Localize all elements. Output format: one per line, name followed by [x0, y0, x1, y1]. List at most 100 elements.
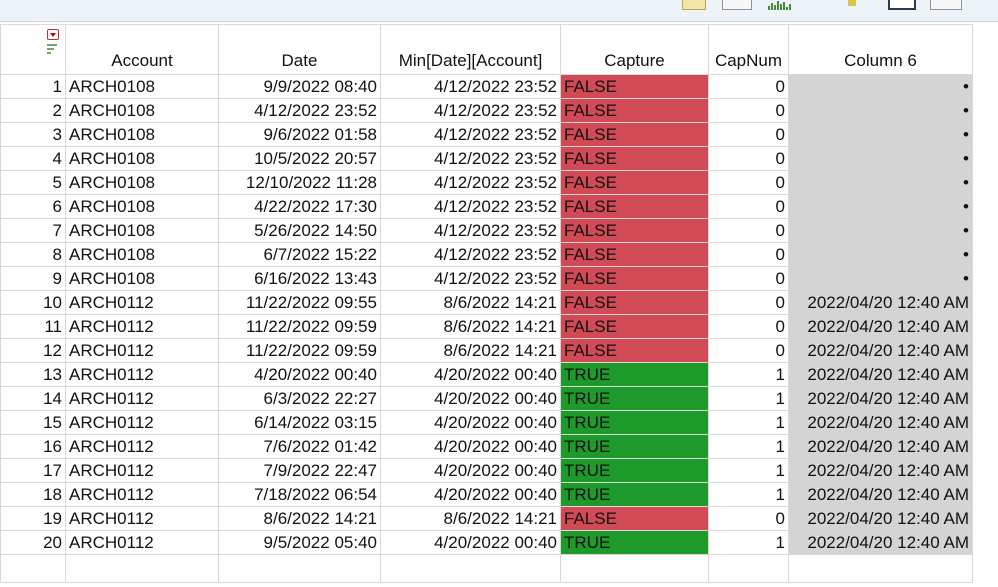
min-date-cell[interactable]: 8/6/2022 14:21	[380, 314, 561, 339]
column-header-capnum[interactable]: CapNum	[708, 24, 789, 75]
capnum-cell[interactable]: 0	[708, 506, 789, 531]
column-header-min-date[interactable]: Min[Date][Account]	[380, 24, 561, 75]
row-number[interactable]: 6	[0, 194, 66, 219]
capture-cell[interactable]: FALSE	[560, 98, 709, 123]
row-number[interactable]: 9	[0, 266, 66, 291]
date-cell[interactable]: 6/7/2022 15:22	[218, 242, 381, 267]
row-number[interactable]: 16	[0, 434, 66, 459]
row-number[interactable]: 12	[0, 338, 66, 363]
row-number[interactable]: 2	[0, 98, 66, 123]
capture-cell[interactable]: FALSE	[560, 338, 709, 363]
row-number[interactable]: 1	[0, 74, 66, 99]
account-cell[interactable]: ARCH0112	[65, 386, 219, 411]
capnum-cell[interactable]: 0	[708, 194, 789, 219]
min-date-cell[interactable]: 8/6/2022 14:21	[380, 506, 561, 531]
min-date-cell[interactable]: 4/12/2022 23:52	[380, 242, 561, 267]
toolbar-edit-icon[interactable]	[930, 0, 962, 10]
min-date-cell[interactable]: 8/6/2022 14:21	[380, 290, 561, 315]
min-date-cell[interactable]: 4/20/2022 00:40	[380, 434, 561, 459]
capnum-cell[interactable]: 1	[708, 482, 789, 507]
min-date-cell[interactable]: 8/6/2022 14:21	[380, 338, 561, 363]
capture-cell[interactable]: FALSE	[560, 266, 709, 291]
column-6-cell[interactable]: •	[788, 170, 973, 195]
min-date-cell[interactable]: 4/20/2022 00:40	[380, 530, 561, 555]
capture-cell[interactable]: TRUE	[560, 434, 709, 459]
account-cell[interactable]: ARCH0108	[65, 98, 219, 123]
column-header-capture[interactable]: Capture	[560, 24, 709, 75]
capture-cell[interactable]: TRUE	[560, 362, 709, 387]
capture-cell[interactable]: TRUE	[560, 530, 709, 555]
capnum-cell[interactable]: 1	[708, 458, 789, 483]
min-date-cell[interactable]: 4/20/2022 00:40	[380, 482, 561, 507]
min-date-cell[interactable]: 4/12/2022 23:52	[380, 74, 561, 99]
min-date-cell[interactable]: 4/12/2022 23:52	[380, 170, 561, 195]
capture-cell[interactable]: FALSE	[560, 218, 709, 243]
row-number[interactable]: 13	[0, 362, 66, 387]
account-cell[interactable]: ARCH0112	[65, 362, 219, 387]
row-number[interactable]: 3	[0, 122, 66, 147]
column-6-cell[interactable]: 2022/04/20 12:40 AM	[788, 386, 973, 411]
table-row[interactable]: 13 ARCH0112 4/20/2022 00:40 4/20/2022 00:40…	[0, 362, 973, 387]
sort-lines-icon[interactable]	[47, 44, 57, 54]
table-row[interactable]: 18 ARCH0112 7/18/2022 06:54 4/20/2022 00:40…	[0, 482, 973, 507]
capture-cell[interactable]: FALSE	[560, 146, 709, 171]
date-cell[interactable]: 9/5/2022 05:40	[218, 530, 381, 555]
date-cell[interactable]: 6/16/2022 13:43	[218, 266, 381, 291]
date-cell[interactable]: 10/5/2022 20:57	[218, 146, 381, 171]
row-number[interactable]: 14	[0, 386, 66, 411]
capnum-cell[interactable]: 0	[708, 74, 789, 99]
account-cell[interactable]: ARCH0108	[65, 122, 219, 147]
table-row[interactable]: 17 ARCH0112 7/9/2022 22:47 4/20/2022 00:40 T…	[0, 458, 973, 483]
capnum-cell[interactable]: 0	[708, 242, 789, 267]
min-date-cell[interactable]: 4/12/2022 23:52	[380, 266, 561, 291]
capture-cell[interactable]: FALSE	[560, 170, 709, 195]
date-cell[interactable]: 4/22/2022 17:30	[218, 194, 381, 219]
capnum-cell[interactable]: 1	[708, 530, 789, 555]
capture-cell[interactable]: FALSE	[560, 290, 709, 315]
column-6-cell[interactable]: 2022/04/20 12:40 AM	[788, 290, 973, 315]
column-6-cell[interactable]: 2022/04/20 12:40 AM	[788, 458, 973, 483]
capnum-cell[interactable]: 0	[708, 146, 789, 171]
column-6-cell[interactable]: 2022/04/20 12:40 AM	[788, 410, 973, 435]
capture-cell[interactable]: TRUE	[560, 410, 709, 435]
min-date-cell[interactable]: 4/20/2022 00:40	[380, 362, 561, 387]
capture-cell[interactable]: TRUE	[560, 386, 709, 411]
date-cell[interactable]: 9/9/2022 08:40	[218, 74, 381, 99]
toolbar-flag-icon[interactable]	[848, 0, 856, 6]
row-number[interactable]: 20	[0, 530, 66, 555]
column-6-cell[interactable]: 2022/04/20 12:40 AM	[788, 482, 973, 507]
toolbar-selected-icon[interactable]	[888, 0, 916, 10]
account-cell[interactable]: ARCH0108	[65, 170, 219, 195]
table-row[interactable]: 20 ARCH0112 9/5/2022 05:40 4/20/2022 00:40 T…	[0, 530, 973, 555]
account-cell[interactable]: ARCH0112	[65, 482, 219, 507]
date-cell[interactable]: 7/9/2022 22:47	[218, 458, 381, 483]
capnum-cell[interactable]: 0	[708, 98, 789, 123]
row-number[interactable]: 4	[0, 146, 66, 171]
min-date-cell[interactable]: 4/20/2022 00:40	[380, 386, 561, 411]
table-row[interactable]: 9 ARCH0108 6/16/2022 13:43 4/12/2022 23:52 F…	[0, 266, 973, 291]
table-menu-icon[interactable]	[47, 29, 59, 40]
capture-cell[interactable]: TRUE	[560, 458, 709, 483]
row-number[interactable]: 15	[0, 410, 66, 435]
row-number[interactable]: 18	[0, 482, 66, 507]
column-6-cell[interactable]: •	[788, 242, 973, 267]
table-row[interactable]: 10 ARCH0112 11/22/2022 09:55 8/6/2022 14:21…	[0, 290, 973, 315]
row-number[interactable]: 11	[0, 314, 66, 339]
date-cell[interactable]: 12/10/2022 11:28	[218, 170, 381, 195]
date-cell[interactable]: 8/6/2022 14:21	[218, 506, 381, 531]
date-cell[interactable]: 6/14/2022 03:15	[218, 410, 381, 435]
account-cell[interactable]: ARCH0108	[65, 266, 219, 291]
min-date-cell[interactable]: 4/12/2022 23:52	[380, 98, 561, 123]
account-cell[interactable]: ARCH0112	[65, 506, 219, 531]
capture-cell[interactable]: FALSE	[560, 314, 709, 339]
toolbar-chart-icon[interactable]	[768, 0, 791, 10]
column-6-cell[interactable]: •	[788, 266, 973, 291]
table-row[interactable]: 1 ARCH0108 9/9/2022 08:40 4/12/2022 23:52 FA…	[0, 74, 973, 99]
min-date-cell[interactable]: 4/20/2022 00:40	[380, 410, 561, 435]
min-date-cell[interactable]: 4/12/2022 23:52	[380, 146, 561, 171]
capnum-cell[interactable]: 0	[708, 122, 789, 147]
date-cell[interactable]: 4/12/2022 23:52	[218, 98, 381, 123]
min-date-cell[interactable]: 4/12/2022 23:52	[380, 122, 561, 147]
capnum-cell[interactable]: 0	[708, 290, 789, 315]
column-header-column-6[interactable]: Column 6	[788, 24, 973, 75]
